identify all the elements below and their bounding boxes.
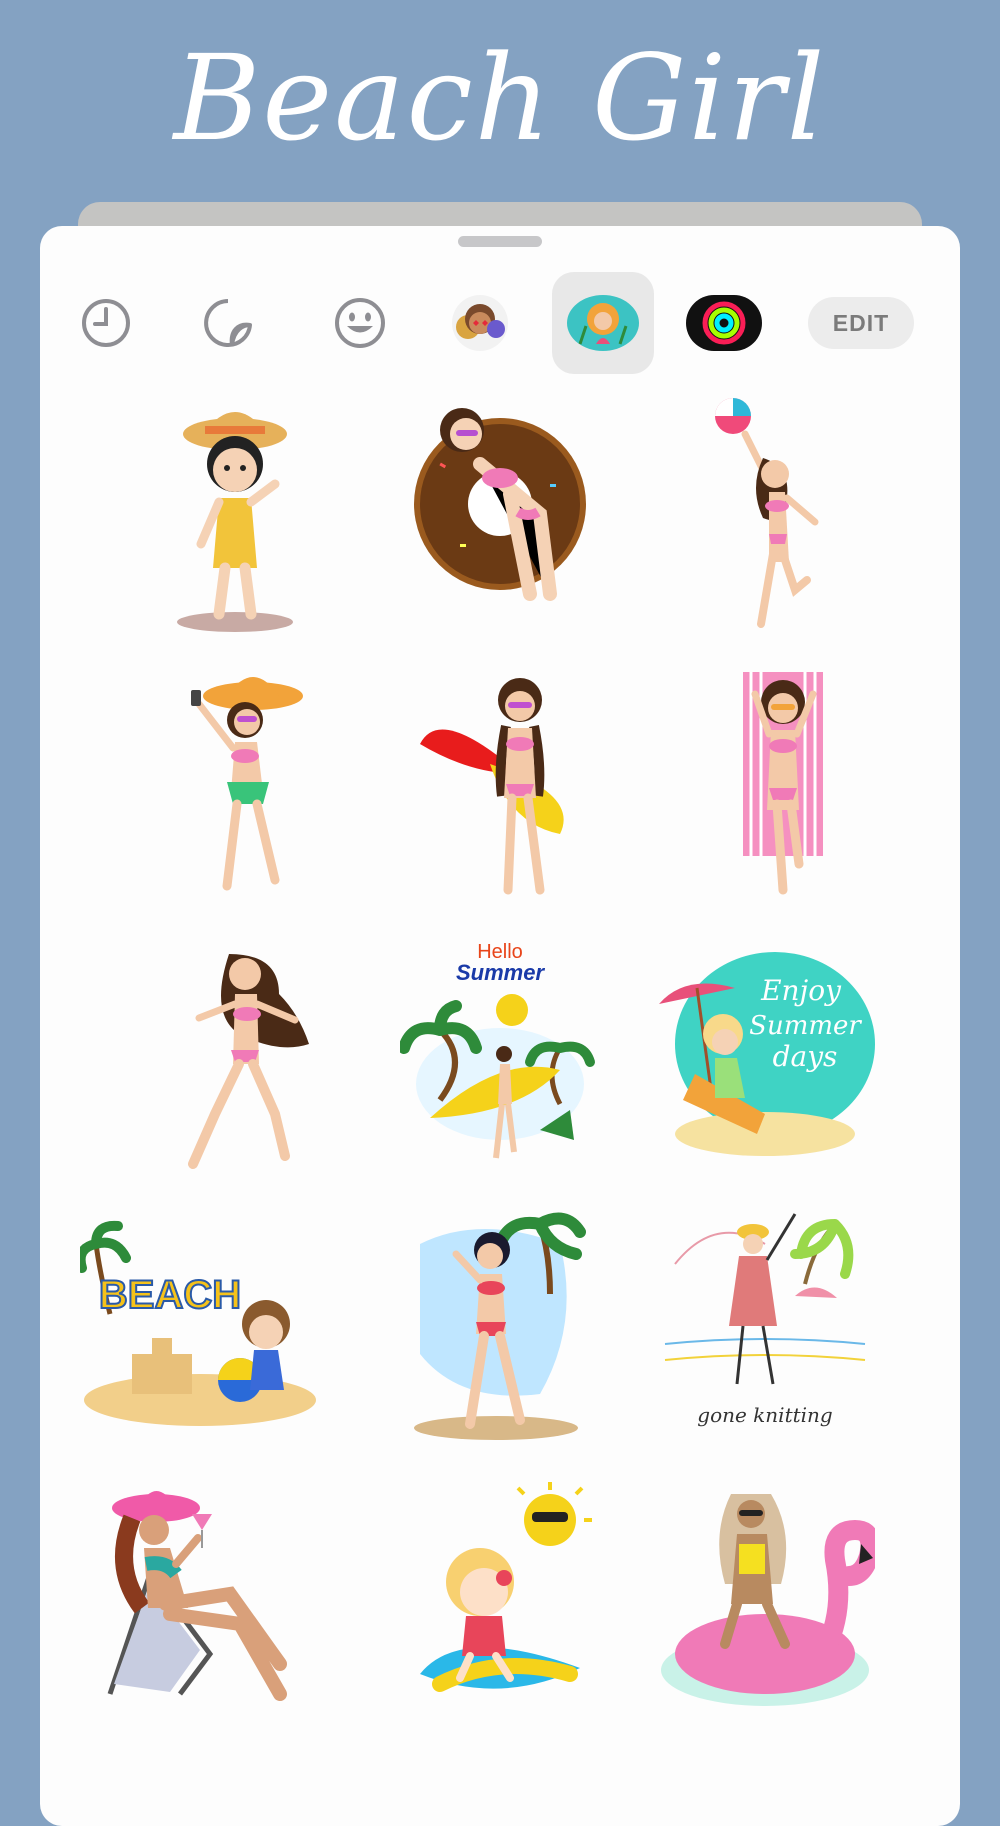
emoji-icon[interactable] bbox=[330, 272, 390, 374]
memoji-pack-icon[interactable] bbox=[440, 272, 520, 374]
sticker-girl-deck-chair[interactable] bbox=[80, 1461, 320, 1726]
sticker-kid-surfing[interactable] bbox=[360, 1461, 640, 1726]
sticker-girl-beach-ball[interactable] bbox=[625, 381, 905, 646]
beach-girl-pack-tab[interactable] bbox=[552, 272, 654, 374]
sticker-toolbar: EDIT bbox=[40, 272, 960, 374]
page-title: Beach Girl bbox=[173, 29, 827, 167]
drag-handle[interactable] bbox=[458, 236, 542, 247]
sticker-gone-knitting[interactable]: gone knitting bbox=[625, 1191, 905, 1456]
sticker-girl-straw-hat[interactable] bbox=[95, 381, 375, 646]
sticker-girl-beach-towel[interactable] bbox=[625, 651, 905, 916]
summer-text: Summer bbox=[456, 960, 545, 985]
sticker-hello-summer[interactable]: Hello Summer bbox=[360, 921, 640, 1186]
recent-icon[interactable] bbox=[76, 272, 136, 374]
summer-days-text: Summer bbox=[749, 1011, 862, 1041]
beach-girl-pack-icon bbox=[567, 295, 639, 351]
days-text: days bbox=[773, 1040, 838, 1073]
beach-text: BEACH bbox=[99, 1273, 241, 1317]
sticker-panel: EDIT Hello Summer Enjoy Summer days BEAC… bbox=[40, 226, 960, 1826]
stickers-icon[interactable] bbox=[198, 272, 258, 374]
sticker-girl-dancing[interactable] bbox=[95, 921, 375, 1186]
knitting-text: gone knitting bbox=[697, 1403, 832, 1427]
sticker-girl-surfboard[interactable] bbox=[360, 651, 640, 916]
enjoy-text: Enjoy bbox=[760, 974, 842, 1007]
activity-rings-icon[interactable] bbox=[686, 272, 762, 374]
edit-button[interactable]: EDIT bbox=[808, 297, 914, 349]
sticker-enjoy-summer-days[interactable]: Enjoy Summer days bbox=[625, 921, 905, 1186]
sticker-girl-donut-float[interactable] bbox=[360, 381, 640, 646]
sticker-girl-selfie-palm[interactable] bbox=[360, 1191, 640, 1456]
sticker-beach-sandcastle[interactable]: BEACH bbox=[80, 1191, 320, 1456]
sticker-girl-flamingo-float[interactable] bbox=[625, 1461, 905, 1726]
sticker-girl-selfie-sun-hat[interactable] bbox=[95, 651, 375, 916]
